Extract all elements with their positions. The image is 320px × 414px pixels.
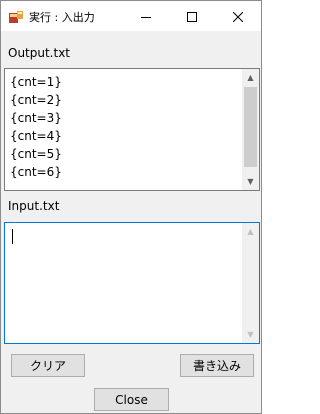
minimize-icon xyxy=(141,7,151,26)
close-window-button[interactable] xyxy=(215,1,261,31)
clear-button[interactable]: クリア xyxy=(11,354,85,377)
maximize-button[interactable] xyxy=(169,1,215,31)
output-label: Output.txt xyxy=(8,46,71,60)
output-line: {cnt=2} xyxy=(10,93,62,107)
scroll-thumb[interactable] xyxy=(244,87,257,167)
close-button[interactable]: Close xyxy=(94,388,169,411)
output-scrollbar[interactable]: ▲ ▼ xyxy=(242,69,259,190)
window-title: 実行 : 入出力 xyxy=(29,11,95,24)
output-line: {cnt=5} xyxy=(10,147,62,161)
output-line: {cnt=6} xyxy=(10,165,62,179)
text-caret xyxy=(12,229,13,244)
scroll-up-arrow-icon[interactable]: ▲ xyxy=(242,69,259,86)
input-textarea[interactable]: ▲ ▼ xyxy=(4,222,260,344)
minimize-button[interactable] xyxy=(123,1,169,31)
scroll-up-arrow-icon[interactable]: ▲ xyxy=(242,223,259,240)
scroll-down-arrow-icon[interactable]: ▼ xyxy=(242,326,259,343)
dialog-window: 実行 : 入出力 Output.txt {cnt=1} {cnt=2} {cnt… xyxy=(0,0,262,414)
output-line: {cnt=4} xyxy=(10,129,62,143)
scroll-down-arrow-icon[interactable]: ▼ xyxy=(242,173,259,190)
maximize-icon xyxy=(187,7,197,26)
output-line: {cnt=3} xyxy=(10,111,62,125)
output-lines: {cnt=1} {cnt=2} {cnt=3} {cnt=4} {cnt=5} … xyxy=(10,73,240,181)
output-line: {cnt=1} xyxy=(10,75,62,89)
input-scrollbar[interactable]: ▲ ▼ xyxy=(242,223,259,343)
app-icon xyxy=(8,9,24,23)
close-icon xyxy=(232,7,244,26)
input-label: Input.txt xyxy=(8,199,60,213)
output-textarea[interactable]: {cnt=1} {cnt=2} {cnt=3} {cnt=4} {cnt=5} … xyxy=(4,68,260,191)
write-button[interactable]: 書き込み xyxy=(180,354,254,377)
title-bar[interactable]: 実行 : 入出力 xyxy=(1,1,261,31)
